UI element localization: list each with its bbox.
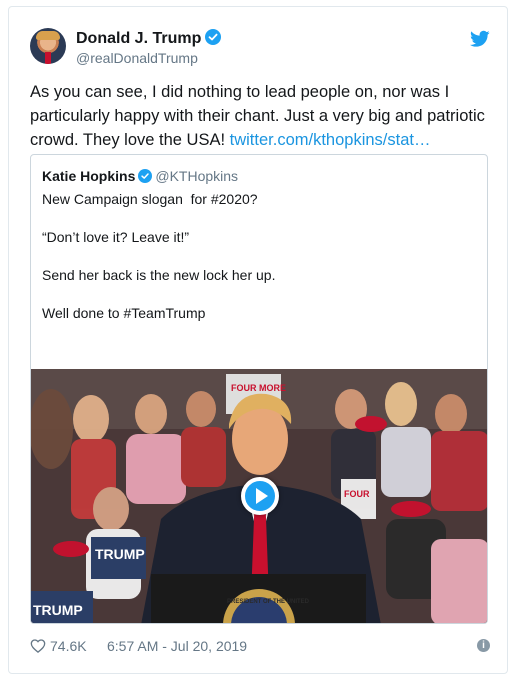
quoted-tweet-link[interactable]: twitter.com/kthopkins/stat… [230,131,431,149]
quoted-tweet-header: Katie Hopkins @KTHopkins [42,167,238,185]
podium-seal-text: PRESIDENT OF THE UNITED [227,599,310,605]
tweet-timestamp[interactable]: 6:57 AM - Jul 20, 2019 [107,638,247,654]
tweet-text: As you can see, I did nothing to lead pe… [30,80,490,152]
sign-four-text: FOUR [344,489,370,499]
info-icon[interactable]: i [477,639,490,652]
quoted-author-name[interactable]: Katie Hopkins [42,168,135,184]
heart-icon[interactable] [30,638,46,654]
author-display-name[interactable]: Donald J. Trump [76,29,201,49]
quoted-line: New Campaign slogan for #2020? [42,191,258,207]
play-button-icon[interactable] [241,477,279,515]
sign-trump-text-2: TRUMP [33,602,83,618]
like-count: 74.6K [50,638,87,654]
avatar[interactable] [30,28,66,64]
quoted-line: Well done to #TeamTrump [42,305,206,321]
quoted-tweet-body: New Campaign slogan for #2020? “Don’t lo… [42,190,472,342]
twitter-bird-icon[interactable] [470,30,490,48]
like-button[interactable]: 74.6K [30,636,87,656]
tweet-footer: 74.6K 6:57 AM - Jul 20, 2019 i [30,636,490,656]
video-thumbnail[interactable]: TRUMP TRUMP FOUR MORE FOUR PRESIDENT OF … [31,369,487,623]
verified-badge-icon [138,169,153,183]
sign-four-more-text: FOUR MORE [231,383,286,393]
embedded-tweet-card: Donald J. Trump @realDonaldTrump As you … [8,6,508,674]
quoted-line: Send her back is the new lock her up. [42,267,276,283]
sign-trump-text: TRUMP [95,546,145,562]
quoted-author-handle[interactable]: @KTHopkins [155,168,238,184]
verified-badge-icon [205,29,222,45]
tweet-header: Donald J. Trump @realDonaldTrump [30,28,490,72]
quoted-tweet[interactable]: Katie Hopkins @KTHopkins New Campaign slo… [30,154,488,624]
quoted-line: “Don’t love it? Leave it!” [42,229,190,245]
author-names: Donald J. Trump @realDonaldTrump [76,29,222,67]
author-handle[interactable]: @realDonaldTrump [76,49,221,67]
